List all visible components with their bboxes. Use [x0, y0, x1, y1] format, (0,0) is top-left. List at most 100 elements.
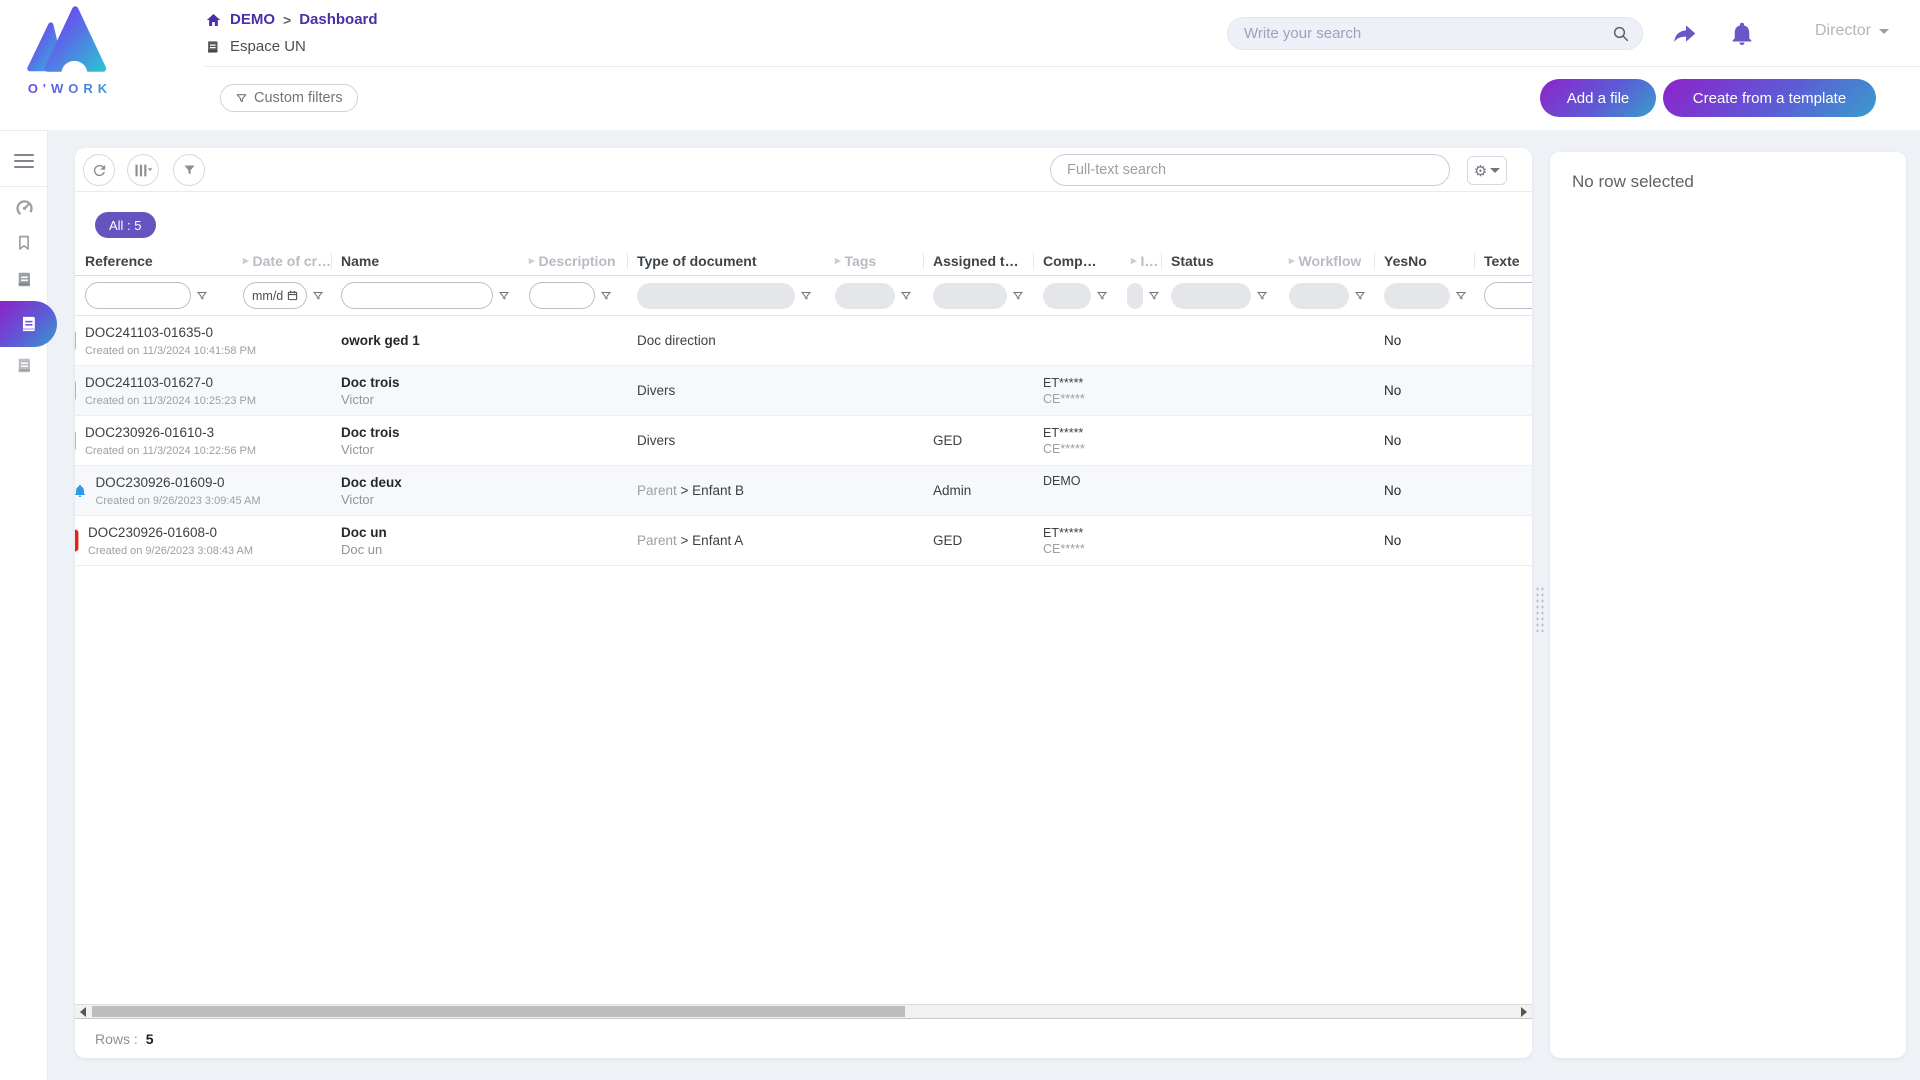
collapsed-column-icon[interactable]: ▸ — [1131, 254, 1137, 267]
table-filter-row: mm/d — [75, 276, 1532, 316]
scroll-right-button[interactable] — [1516, 1005, 1532, 1018]
header-divider — [205, 66, 1920, 67]
breadcrumb-root[interactable]: DEMO — [230, 11, 275, 28]
breadcrumb: DEMO > Dashboard — [205, 11, 378, 28]
create-from-template-button[interactable]: Create from a template — [1663, 79, 1876, 117]
i-filter-disabled — [1127, 283, 1143, 309]
custom-filters-button[interactable]: Custom filters — [220, 84, 358, 112]
table-header-row: Reference ▸Date of cr… Name ▸Description… — [75, 246, 1532, 276]
scroll-left-button[interactable] — [75, 1005, 91, 1018]
book-icon — [15, 270, 33, 289]
notifications-bell-icon[interactable] — [1727, 21, 1757, 47]
calendar-icon[interactable] — [287, 290, 298, 301]
column-label: Reference — [85, 253, 153, 269]
description-filter-input[interactable] — [529, 282, 595, 309]
add-file-button[interactable]: Add a file — [1540, 79, 1656, 117]
filter-funnel-icon[interactable] — [900, 290, 912, 302]
column-header-company[interactable]: Comp… — [1033, 253, 1121, 269]
scrollbar-thumb[interactable] — [92, 1006, 905, 1017]
table-row[interactable]: DOC241103-01627-0 Created on 11/3/2024 1… — [75, 366, 1532, 416]
filter-funnel-icon[interactable] — [1012, 290, 1024, 302]
space-label: Espace UN — [230, 38, 306, 55]
filter-funnel-icon[interactable] — [498, 290, 510, 302]
collapsed-column-icon[interactable]: ▸ — [243, 254, 249, 267]
column-header-i[interactable]: ▸I… — [1121, 253, 1161, 269]
mountain-logo-icon — [22, 2, 118, 76]
row-assigned: Admin — [933, 483, 1023, 498]
columns-button[interactable] — [127, 154, 159, 186]
row-created: Created on 11/3/2024 10:22:56 PM — [85, 445, 256, 457]
filter-funnel-icon[interactable] — [1096, 290, 1108, 302]
reference-filter-input[interactable] — [85, 282, 191, 309]
app-logo[interactable]: O'WORK — [14, 2, 126, 96]
row-reference: DOC241103-01635-0 — [85, 325, 213, 340]
tags-filter-disabled — [835, 283, 895, 309]
filter-funnel-icon[interactable] — [1354, 290, 1366, 302]
share-forward-icon[interactable] — [1670, 21, 1700, 47]
filter-funnel-icon[interactable] — [800, 290, 812, 302]
column-header-texte[interactable]: Texte — [1474, 253, 1532, 269]
column-header-type[interactable]: Type of document — [627, 253, 825, 269]
filter-funnel-icon[interactable] — [1256, 290, 1268, 302]
home-icon[interactable] — [205, 12, 222, 28]
column-header-date[interactable]: ▸Date of cr… — [233, 253, 331, 269]
sidebar-item-documents-active[interactable] — [0, 301, 57, 347]
table-row[interactable]: DOC241103-01635-0 Created on 11/3/2024 1… — [75, 316, 1532, 366]
filter-funnel-icon[interactable] — [312, 290, 324, 302]
filter-button[interactable] — [173, 154, 205, 186]
sidebar-item-dashboard[interactable] — [0, 195, 48, 219]
table-row[interactable]: w DOC230926-01609-0 Created on 9/26/2023… — [75, 466, 1532, 516]
column-header-assigned[interactable]: Assigned t… — [923, 253, 1033, 269]
sidebar-item-library[interactable] — [0, 267, 48, 291]
column-header-name[interactable]: Name — [331, 253, 519, 269]
search-icon[interactable] — [1612, 25, 1630, 43]
column-label: Workflow — [1299, 253, 1362, 269]
collapsed-column-icon[interactable]: ▸ — [1289, 254, 1295, 267]
sidebar-item-archive[interactable] — [0, 353, 48, 377]
column-header-yesno[interactable]: YesNo — [1374, 253, 1474, 269]
fulltext-search-input[interactable] — [1067, 162, 1433, 178]
sidebar-divider — [0, 186, 48, 187]
collapsed-column-icon[interactable]: ▸ — [529, 254, 535, 267]
logo-text: O'WORK — [14, 81, 126, 96]
column-header-reference[interactable]: Reference — [75, 253, 233, 269]
panel-resize-handle[interactable] — [1535, 586, 1545, 632]
dashboard-gauge-icon — [14, 197, 35, 218]
row-name-sub: Victor — [341, 442, 509, 457]
table-row[interactable]: DOC230926-01610-3 Created on 11/3/2024 1… — [75, 416, 1532, 466]
texte-filter-input[interactable] — [1484, 282, 1532, 309]
table-settings-button[interactable]: ⚙ — [1467, 156, 1507, 185]
bookmark-icon — [15, 233, 33, 253]
table-row[interactable]: DOC230926-01608-0 Created on 9/26/2023 3… — [75, 516, 1532, 566]
refresh-button[interactable] — [83, 154, 115, 186]
row-name: owork ged 1 — [341, 333, 509, 348]
breadcrumb-current[interactable]: Dashboard — [299, 11, 377, 28]
collapsed-column-icon[interactable]: ▸ — [835, 254, 841, 267]
column-label: Comp… — [1043, 253, 1097, 269]
filter-funnel-icon[interactable] — [196, 290, 208, 302]
row-assigned: GED — [933, 533, 1023, 548]
column-header-workflow[interactable]: ▸ Workflow — [1279, 253, 1374, 269]
filter-funnel-icon[interactable] — [1148, 290, 1160, 302]
user-role-menu[interactable]: Director — [1815, 22, 1889, 40]
company-filter-disabled — [1043, 283, 1091, 309]
row-company: ET***** — [1043, 376, 1111, 390]
row-name-sub: Doc un — [341, 542, 509, 557]
all-count-badge[interactable]: All : 5 — [95, 212, 156, 238]
row-reference: DOC241103-01627-0 — [85, 375, 213, 390]
date-filter-input[interactable]: mm/d — [243, 282, 307, 309]
column-header-tags[interactable]: ▸Tags — [825, 253, 923, 269]
global-search-input[interactable] — [1244, 25, 1612, 42]
name-filter-input[interactable] — [341, 282, 493, 309]
filter-funnel-icon[interactable] — [1455, 290, 1467, 302]
column-header-status[interactable]: Status — [1161, 253, 1279, 269]
filter-funnel-icon[interactable] — [600, 290, 612, 302]
column-header-description[interactable]: ▸Description — [519, 253, 627, 269]
table-toolbar: ⚙ — [75, 148, 1532, 192]
row-yesno: No — [1384, 483, 1464, 498]
horizontal-scrollbar[interactable] — [75, 1004, 1532, 1019]
row-type: Doc direction — [637, 333, 815, 348]
row-type-parent: Parent — [637, 483, 677, 498]
sidebar-menu-toggle[interactable] — [0, 149, 48, 173]
sidebar-item-bookmarks[interactable] — [0, 231, 48, 255]
